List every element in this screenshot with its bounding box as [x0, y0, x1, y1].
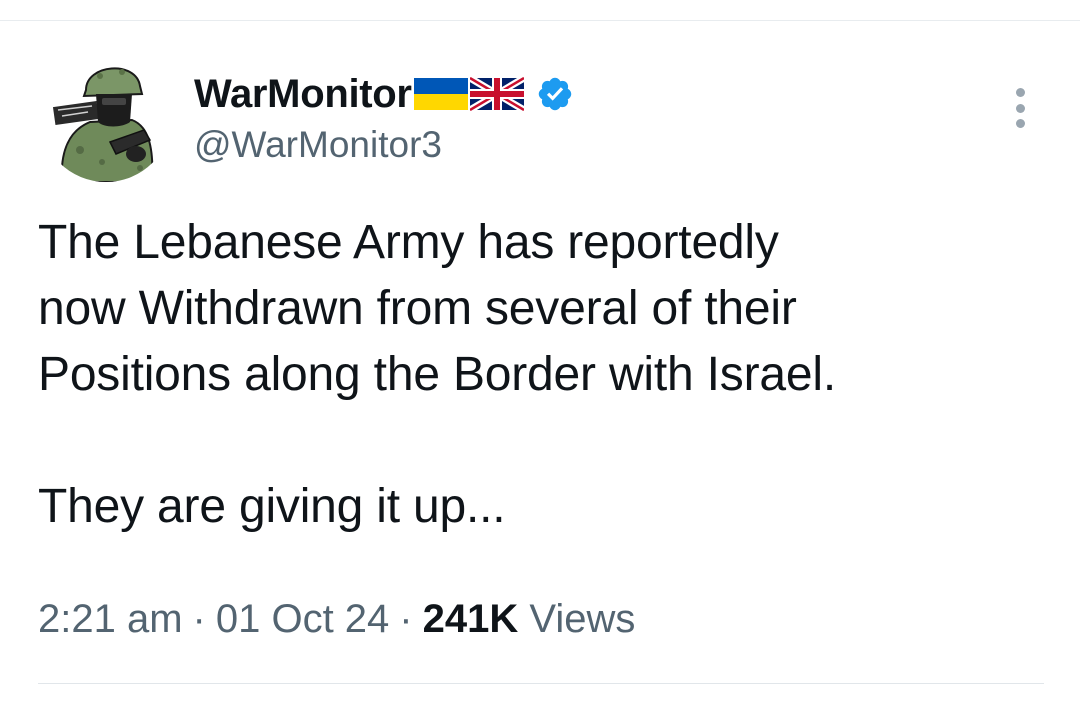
avatar[interactable] — [40, 50, 172, 182]
views-label: Views — [529, 597, 636, 641]
tweet-line: The Lebanese Army has reportedly — [38, 216, 779, 269]
tweet-metadata: 2:21 am · 01 Oct 24 · 241K Views — [38, 597, 635, 642]
tweet-line: Positions along the Border with Israel. — [38, 348, 836, 401]
separator: · — [192, 597, 206, 641]
views-count: 241K — [422, 597, 519, 641]
display-name[interactable]: WarMonitor — [194, 72, 412, 117]
tweet-date[interactable]: 01 Oct 24 — [216, 597, 389, 641]
tweet-text: The Lebanese Army has reportedly now Wit… — [38, 210, 1048, 540]
author-name-row[interactable]: WarMonitor — [194, 68, 574, 120]
top-divider — [0, 20, 1080, 21]
bottom-divider — [38, 683, 1044, 684]
separator: · — [399, 597, 413, 641]
more-options-icon-dot — [1015, 103, 1025, 113]
tweet-time[interactable]: 2:21 am — [38, 597, 183, 641]
more-options-icon — [1015, 88, 1025, 97]
more-options-button[interactable] — [1004, 84, 1036, 132]
more-options-icon-dot — [1015, 119, 1025, 128]
author-handle[interactable]: @WarMonitor3 — [194, 124, 442, 166]
tweet-line: They are giving it up... — [38, 480, 506, 533]
uk-flag-icon — [469, 77, 524, 111]
ukraine-flag-icon — [413, 77, 468, 111]
soldier-avatar-icon — [40, 50, 172, 182]
tweet-line: now Withdrawn from several of their — [38, 282, 797, 335]
verified-badge-icon — [536, 75, 574, 113]
